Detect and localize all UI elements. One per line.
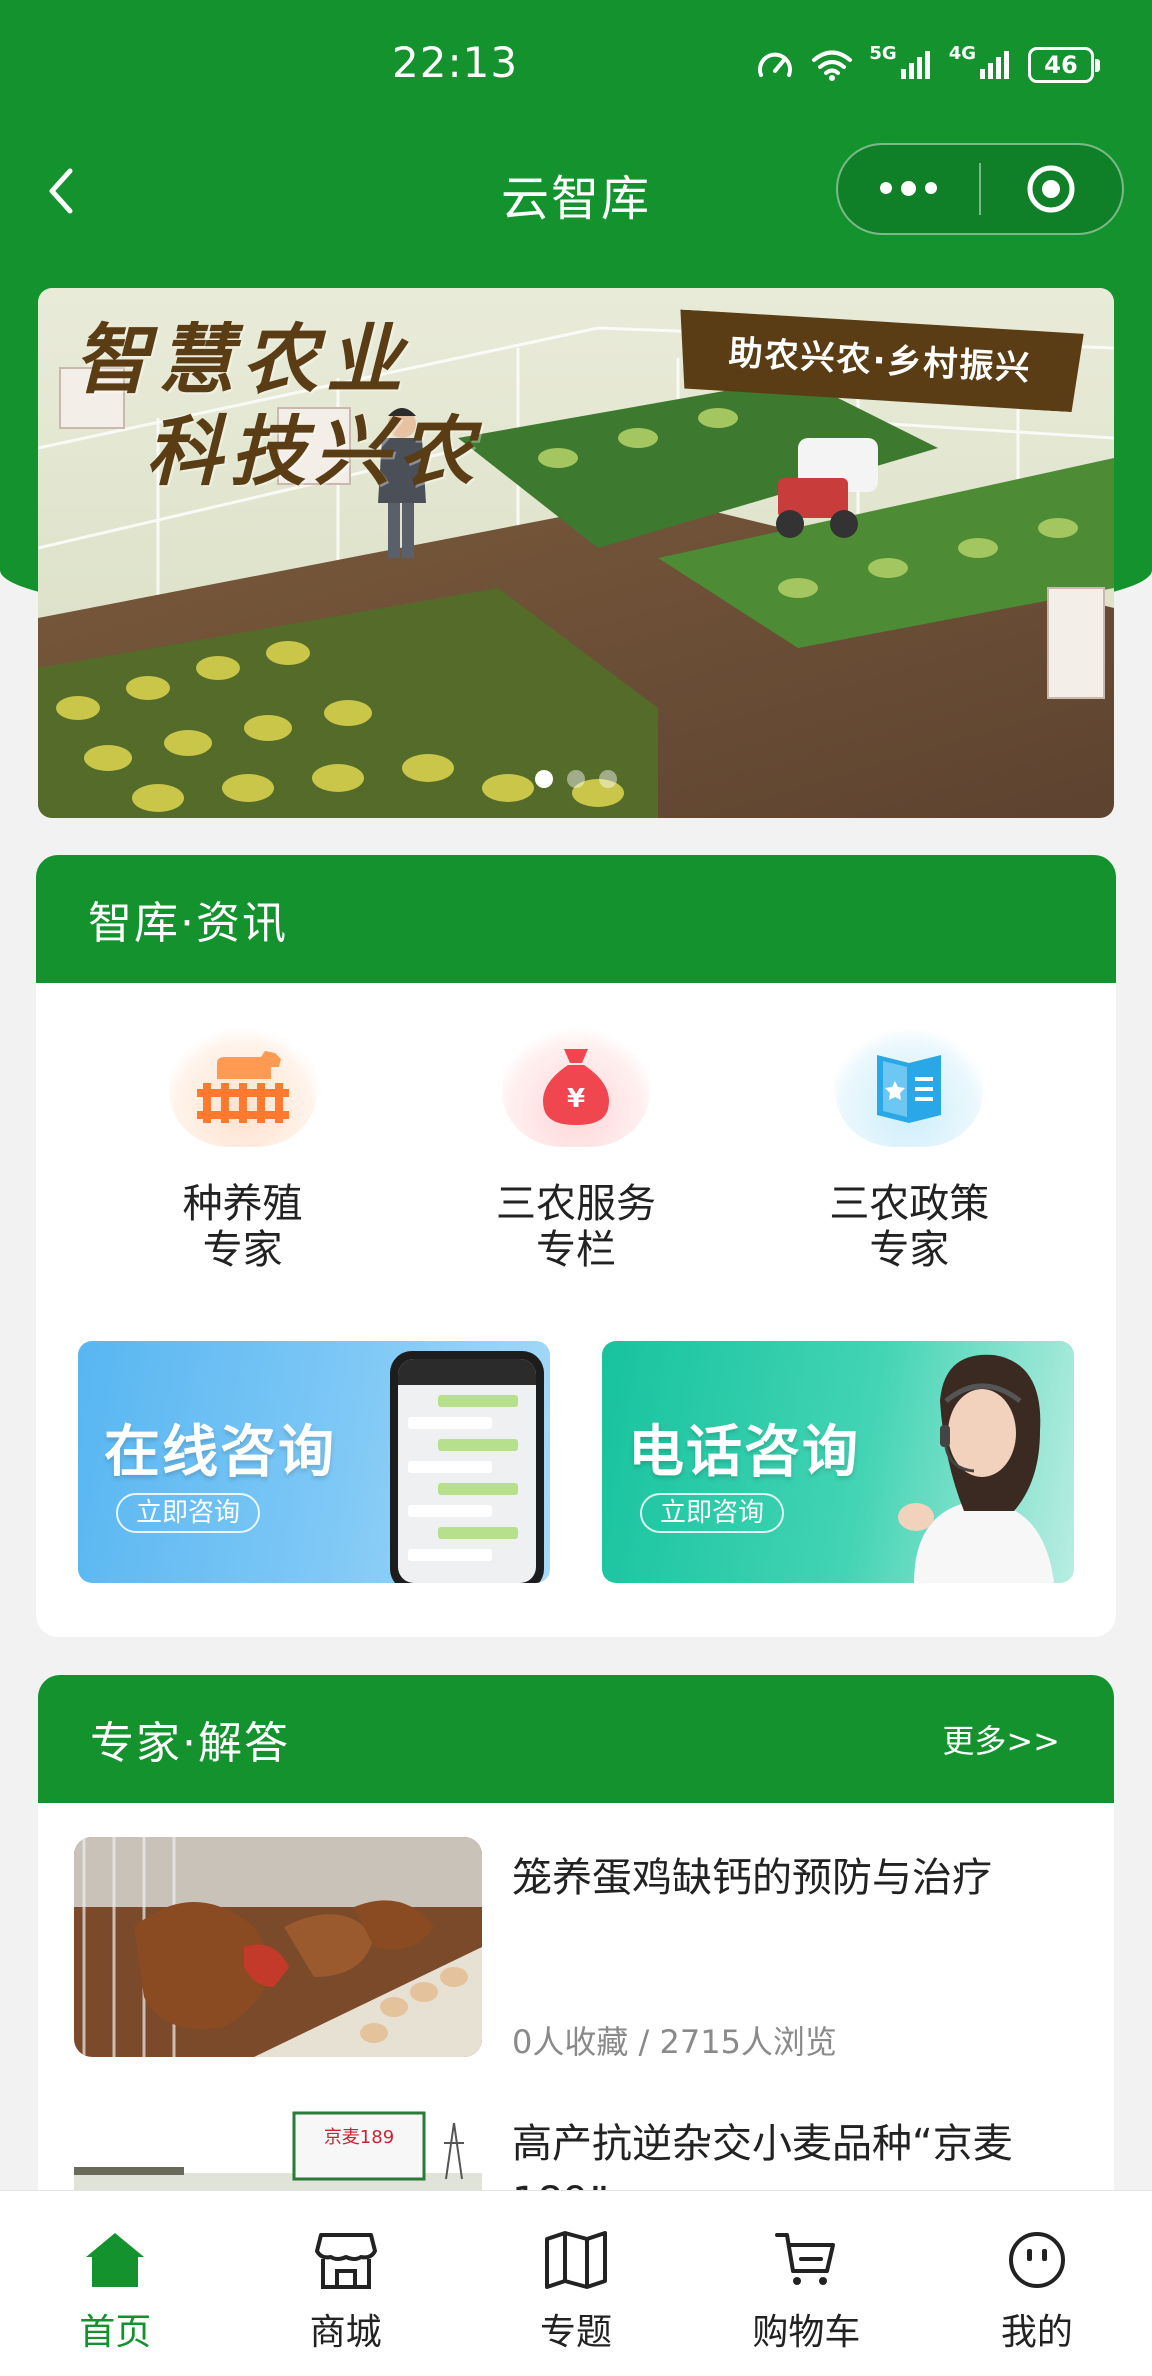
wifi-icon [812,50,853,81]
article-item[interactable]: 笼养蛋鸡缺钙的预防与治疗 0人收藏 / 2715人浏览 [74,1837,1084,2061]
navigation-bar: 云智库 [0,135,1152,245]
policy-book-icon [877,1055,942,1123]
more-button[interactable] [838,145,979,233]
consult-promo-row: 在线咨询 立即咨询 电话咨询 立即咨询 [78,1341,1074,1583]
close-miniprogram-button[interactable] [981,145,1122,233]
tab-label: 商城 [309,2312,382,2353]
category-label-line1: 三农服务 [495,1181,656,1227]
tab-label: 我的 [1000,2312,1073,2353]
phone-consult-banner[interactable]: 电话咨询 立即咨询 [602,1341,1074,1583]
category-label-line1: 三农政策 [829,1181,990,1227]
consult-now-button[interactable]: 立即咨询 [116,1493,261,1533]
consult-now-button[interactable]: 立即咨询 [640,1493,785,1533]
svg-text:¥: ¥ [567,1084,585,1114]
category-agri-policy-expert[interactable]: 三农政策 专家 [779,1027,1039,1273]
smiley-icon [1008,2232,1065,2288]
tab-topics[interactable]: 专题 [461,2191,691,2376]
phone-screen [398,1359,536,1583]
signal-5g-label: 5G [869,42,897,64]
expert-answers-card: 专家·解答 更多>> 笼养蛋鸡缺钙的预防与治疗 0人收藏 / 2715人浏览 京… [38,1675,1114,2235]
money-bag-icon: ¥ [542,1049,609,1125]
card-header: 智库·资讯 [36,855,1116,983]
article-title: 笼养蛋鸡缺钙的预防与治疗 [512,1855,992,1901]
tab-label: 购物车 [752,2312,861,2353]
miniprogram-capsule [836,143,1124,235]
promo-title: 电话咨询 [628,1420,860,1485]
tab-cart[interactable]: 购物车 [691,2191,921,2376]
category-label: 三农服务 专栏 [496,1181,656,1273]
banner-title: 智慧农业 科技兴农 [74,314,482,498]
battery-level: 46 [1044,51,1078,79]
carousel-dot[interactable] [599,770,617,788]
article-stats: 0人收藏 / 2715人浏览 [512,2023,837,2061]
more-dots-icon [880,181,937,196]
category-agri-service-column[interactable]: ¥ 三农服务 专栏 [446,1027,706,1273]
article-thumbnail [74,1837,482,2057]
icon-badge [835,1027,984,1147]
category-label: 三农政策 专家 [829,1181,989,1273]
store-icon [314,2233,377,2289]
signal-5g-icon [900,51,930,79]
home-icon [86,2233,145,2287]
think-tank-news-card: 智库·资讯 种养殖 专家 ¥ 三农服务 专栏 三农政策 专家 在线咨询 立即咨询… [36,855,1116,1637]
phone-mockup [390,1351,544,1583]
tab-home[interactable]: 首页 [0,2191,230,2376]
customer-service-agent-illustration [898,1354,1054,1583]
status-time: 22:13 [392,38,519,87]
section-title: 专家·解答 [90,1718,290,1769]
carousel-dot[interactable] [567,770,585,788]
tab-store[interactable]: 商城 [230,2191,460,2376]
category-breeding-expert[interactable]: 种养殖 专家 [113,1027,373,1273]
hens-photo [74,1837,482,2057]
online-consult-banner[interactable]: 在线咨询 立即咨询 [78,1341,550,1583]
cart-icon [775,2233,836,2285]
battery-icon: 46 [1028,47,1100,83]
card-header: 专家·解答 更多>> [38,1675,1114,1803]
banner-title-line1: 智慧农业 [74,315,410,404]
tab-mine[interactable]: 我的 [922,2191,1152,2376]
category-label: 种养殖 专家 [183,1181,303,1273]
category-label-line2: 专家 [869,1227,950,1273]
svg-text:京麦189: 京麦189 [324,2127,394,2148]
carousel-dot[interactable] [535,770,553,788]
status-icons: 5G 4G 46 [755,40,1100,90]
section-title: 智库·资讯 [88,898,288,949]
category-label-line2: 专家 [202,1227,283,1273]
more-link[interactable]: 更多>> [942,1716,1060,1762]
category-row: 种养殖 专家 ¥ 三农服务 专栏 三农政策 专家 [36,1027,1116,1273]
bottom-tab-bar: 首页 商城 专题 购物车 我的 [0,2190,1152,2376]
carousel-indicator [38,770,1114,788]
signal-4g-icon [980,51,1009,79]
promo-title: 在线咨询 [104,1420,336,1485]
tab-label: 首页 [79,2312,152,2353]
target-icon [1027,165,1075,213]
category-label-line1: 种养殖 [182,1181,303,1227]
banner-carousel[interactable]: 智慧农业 科技兴农 助农兴农·乡村振兴 [38,288,1114,818]
icon-badge: ¥ [501,1027,650,1147]
icon-badge [168,1027,317,1147]
banner-title-line2: 科技兴农 [146,407,482,496]
livestock-icon [196,1051,289,1123]
status-bar: 22:13 5G 4G 46 [0,0,1152,135]
category-label-line2: 专栏 [535,1227,616,1273]
tab-label: 专题 [540,2312,613,2353]
map-icon [545,2231,608,2289]
signal-4g-label: 4G [948,42,976,64]
speed-icon [758,52,793,77]
